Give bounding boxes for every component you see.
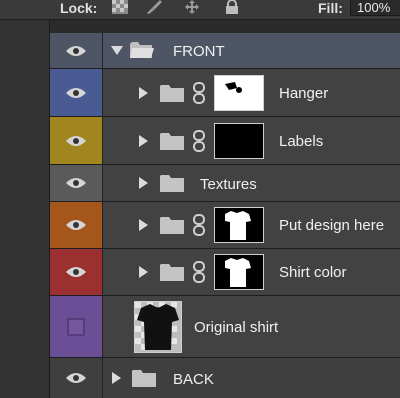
eye-icon <box>66 178 86 188</box>
visibility-toggle[interactable] <box>50 202 103 248</box>
layer-row-labels[interactable]: Labels <box>50 117 400 165</box>
hanger-silhouette-icon <box>225 82 242 93</box>
mask-link-icon[interactable] <box>192 130 206 152</box>
lock-transparent-pixels-icon[interactable] <box>112 0 128 14</box>
layer-name: BACK <box>173 371 214 388</box>
tshirt-mask-icon <box>225 258 251 287</box>
expand-triangle-icon[interactable] <box>139 135 148 147</box>
layer-name: Original shirt <box>194 319 279 336</box>
layer-name: Put design here <box>279 217 385 234</box>
folder-icon <box>160 264 184 281</box>
expand-triangle-icon[interactable] <box>139 177 148 189</box>
layer-name: Shirt color <box>279 264 347 281</box>
visibility-toggle[interactable] <box>50 117 103 164</box>
collapse-triangle-icon[interactable] <box>111 46 123 55</box>
mask-link-icon[interactable] <box>192 261 206 283</box>
layer-row-original-shirt[interactable]: Original shirt <box>50 296 400 358</box>
layer-mask-thumbnail[interactable] <box>214 207 264 243</box>
layer-row-back[interactable]: BACK <box>50 358 400 398</box>
layer-thumbnail[interactable] <box>134 301 182 353</box>
layer-options-bar: Lock: Fill: 100% <box>0 0 400 20</box>
expand-triangle-icon[interactable] <box>139 219 148 231</box>
layer-row-put-design-here[interactable]: Put design here <box>50 202 400 249</box>
layer-mask-thumbnail[interactable] <box>214 123 264 159</box>
eye-icon <box>66 373 86 383</box>
layer-mask-thumbnail[interactable] <box>214 75 264 111</box>
layer-name: FRONT <box>173 43 225 60</box>
layer-row-shirt-color[interactable]: Shirt color <box>50 249 400 296</box>
eye-icon <box>66 45 86 56</box>
visibility-toggle[interactable] <box>50 33 103 68</box>
layer-row-textures[interactable]: Textures <box>50 165 400 202</box>
folder-icon <box>160 85 184 102</box>
black-tshirt-thumbnail-icon <box>135 302 181 352</box>
expand-triangle-icon[interactable] <box>112 372 121 384</box>
folder-open-icon <box>130 42 154 58</box>
lock-position-icon[interactable] <box>184 0 200 14</box>
lock-all-icon[interactable] <box>224 0 240 14</box>
layer-name: Textures <box>200 176 257 193</box>
lock-image-pixels-icon[interactable] <box>146 0 162 14</box>
layer-row-hanger[interactable]: Hanger <box>50 69 400 117</box>
mask-link-icon[interactable] <box>192 214 206 236</box>
eye-icon <box>66 267 86 277</box>
mask-link-icon[interactable] <box>192 82 206 104</box>
expand-triangle-icon[interactable] <box>139 87 148 99</box>
folder-icon <box>132 370 156 387</box>
visibility-toggle[interactable] <box>50 249 103 295</box>
panel-left-gutter <box>0 20 50 398</box>
visibility-toggle[interactable] <box>50 296 103 357</box>
tshirt-mask-icon <box>225 211 251 240</box>
visibility-toggle[interactable] <box>50 165 103 201</box>
expand-triangle-icon[interactable] <box>139 266 148 278</box>
eye-icon <box>66 135 86 146</box>
visibility-toggle[interactable] <box>50 358 103 398</box>
hidden-visibility-box <box>67 317 85 336</box>
layer-name: Hanger <box>279 85 329 102</box>
lock-label: Lock: <box>60 0 98 16</box>
eye-icon <box>66 87 86 98</box>
eye-icon <box>66 220 86 230</box>
layer-name: Labels <box>279 133 324 150</box>
visibility-toggle[interactable] <box>50 69 103 116</box>
fill-label: Fill: <box>318 0 343 16</box>
fill-opacity-input[interactable]: 100% <box>350 0 400 16</box>
layer-mask-thumbnail[interactable] <box>214 254 264 290</box>
folder-icon <box>160 133 184 150</box>
folder-icon <box>160 175 184 192</box>
folder-icon <box>160 217 184 234</box>
layer-row-front[interactable]: FRONT <box>50 33 400 69</box>
